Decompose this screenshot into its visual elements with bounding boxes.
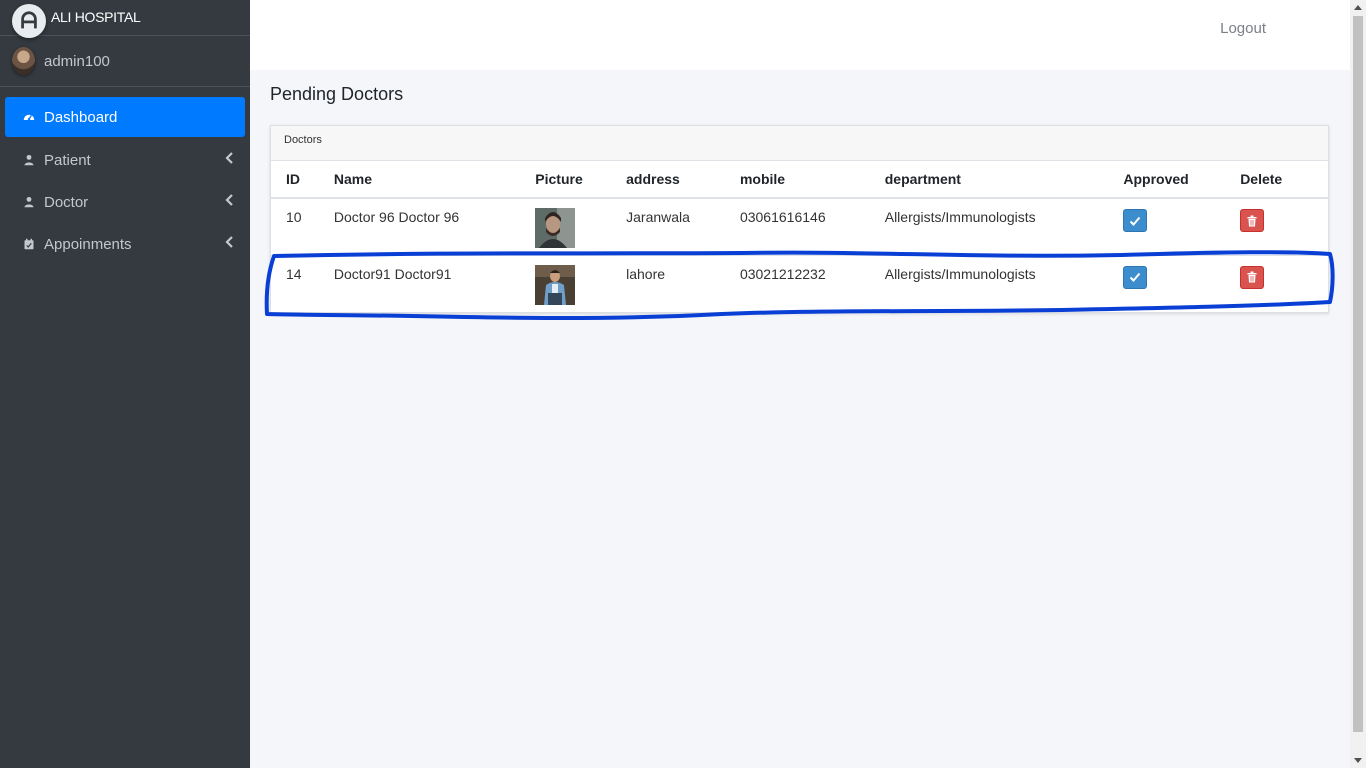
logout-link[interactable]: Logout — [1220, 20, 1266, 37]
card-header: Doctors — [271, 126, 1328, 161]
gauge-icon — [22, 110, 36, 124]
column-header-name: Name — [318, 161, 521, 199]
column-header-picture: Picture — [520, 161, 612, 199]
user-icon — [22, 153, 36, 167]
doctors-card: Doctors ID Name Picture address mobile d… — [270, 125, 1329, 313]
brand-logo-icon — [12, 4, 46, 38]
delete-button[interactable] — [1240, 265, 1265, 289]
sidebar-item-label: Patient — [44, 151, 91, 169]
check-icon — [1130, 216, 1141, 226]
cell-approved — [1108, 255, 1225, 312]
cell-address: Jaranwala — [611, 198, 725, 256]
user-icon — [22, 195, 36, 209]
sidebar-item-label: Doctor — [44, 193, 89, 211]
column-header-department: department — [869, 161, 1109, 199]
cell-address: lahore — [626, 265, 666, 282]
sidebar-item-doctor[interactable]: Doctor — [5, 181, 245, 223]
column-header-delete: Delete — [1225, 161, 1328, 199]
scroll-thumb[interactable] — [1353, 16, 1363, 732]
check-icon — [1130, 272, 1141, 282]
column-header-address: address — [611, 161, 725, 199]
chevron-left-icon — [225, 152, 233, 164]
approve-button[interactable] — [1123, 265, 1148, 289]
cell-delete — [1225, 198, 1328, 256]
brand[interactable]: ALI HOSPITAL — [0, 0, 250, 38]
trash-icon — [1247, 215, 1257, 226]
doctors-table: ID Name Picture address mobile departmen… — [271, 161, 1328, 312]
sidebar-item-dashboard[interactable]: Dashboard — [5, 97, 245, 137]
table-header-row: ID Name Picture address mobile departmen… — [271, 161, 1328, 199]
table-row: 10 Doctor 96 Doctor 96 Jaranwala 0306161… — [271, 198, 1328, 256]
cell-id: 14 — [286, 265, 302, 282]
table-row: 14 Doctor91 Doctor91 lahore 03021212232 … — [271, 255, 1328, 312]
user-panel[interactable]: admin100 — [0, 36, 250, 87]
scroll-up-icon[interactable] — [1354, 5, 1362, 10]
vertical-scrollbar[interactable] — [1350, 0, 1366, 768]
cell-name: Doctor91 Doctor91 — [333, 265, 452, 282]
cell-approved — [1108, 198, 1226, 256]
cell-picture — [520, 255, 611, 312]
cell-delete — [1225, 255, 1328, 312]
cell-picture — [520, 198, 612, 256]
cell-mobile: 03021212232 — [739, 265, 826, 282]
cell-id: 10 — [271, 198, 319, 256]
sidebar: ALI HOSPITAL admin100 Dashboard Patient … — [0, 0, 250, 768]
column-header-mobile: mobile — [724, 161, 870, 199]
trash-icon — [1247, 271, 1257, 283]
sidebar-nav: Dashboard Patient Doctor Appoinments — [0, 97, 250, 265]
brand-text: ALI HOSPITAL — [51, 9, 141, 25]
sidebar-item-patient[interactable]: Patient — [5, 139, 245, 181]
avatar — [12, 47, 35, 75]
sidebar-item-appoinments[interactable]: Appoinments — [5, 223, 245, 265]
cell-department: Allergists/Immunologists — [869, 198, 1109, 256]
column-header-approved: Approved — [1108, 161, 1226, 199]
chevron-left-icon — [225, 236, 233, 248]
top-navbar: Logout — [250, 0, 1350, 70]
cell-name: Doctor 96 Doctor 96 — [318, 198, 521, 256]
cell-mobile: 03061616146 — [724, 198, 870, 256]
doctor-photo-thumbnail — [535, 208, 576, 248]
user-name: admin100 — [44, 53, 110, 70]
doctor-photo-thumbnail — [535, 264, 576, 305]
delete-button[interactable] — [1240, 209, 1265, 232]
calendar-check-icon — [22, 237, 36, 251]
sidebar-item-label: Appoinments — [44, 235, 132, 253]
scroll-down-icon[interactable] — [1354, 758, 1362, 763]
chevron-left-icon — [225, 194, 233, 206]
column-header-id: ID — [271, 161, 319, 199]
approve-button[interactable] — [1123, 209, 1148, 232]
cell-department: Allergists/Immunologists — [884, 265, 1036, 282]
sidebar-item-label: Dashboard — [44, 108, 118, 126]
page-title: Pending Doctors — [270, 84, 404, 104]
